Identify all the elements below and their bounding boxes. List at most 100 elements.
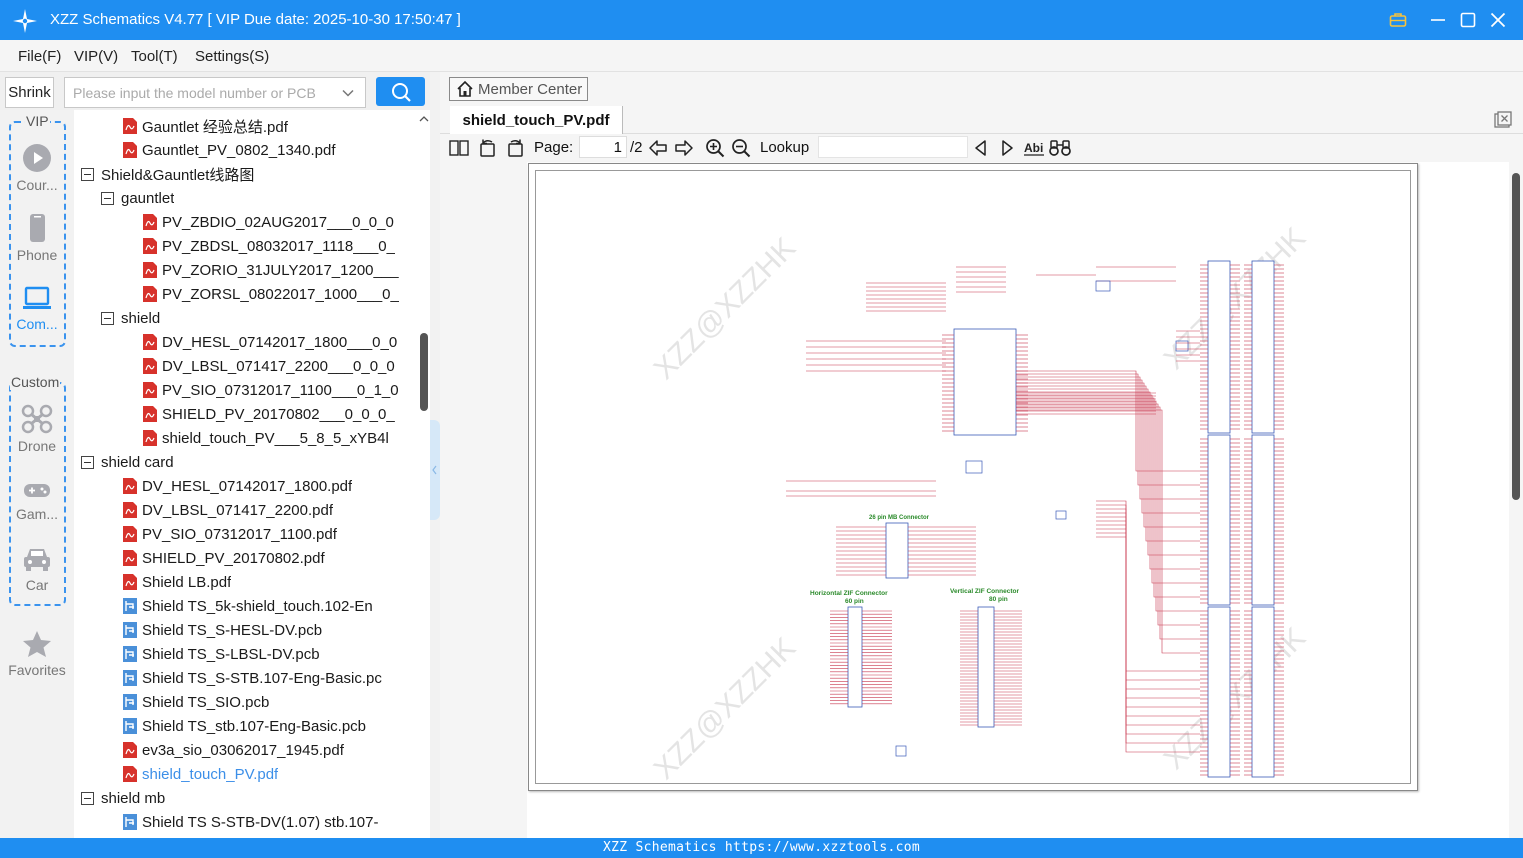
find-all-button[interactable] [1049,137,1071,159]
tree-scroll-thumb[interactable] [420,333,428,411]
tree-pdf-file[interactable]: DV_LBSL_071417_2200.pdf [123,498,419,522]
tree-pdf-file[interactable]: PV_ZORSL_08022017_1000___0_ [143,282,419,306]
tree-pdf-file[interactable]: PV_ZBDIO_02AUG2017___0_0_0 [143,210,419,234]
maximize-button[interactable] [1456,8,1480,32]
tree-pdf-file[interactable]: SHIELD_PV_20170802___0_0_0_ [143,402,419,426]
arrow-right-icon [675,140,693,156]
category-course[interactable]: Cour... [4,143,70,193]
model-search-box[interactable] [64,77,366,108]
tree-pdf-file[interactable]: shield_touch_PV___5_8_5_xYB4l [143,426,419,450]
tree-pcb-file[interactable]: Shield TS_S-STB.107-Eng-Basic.pc [123,666,419,690]
tree-pdf-file[interactable]: SHIELD_PV_20170802.pdf [123,546,419,570]
tree-pdf-file[interactable]: DV_HESL_07142017_1800.pdf [123,474,419,498]
tree-pcb-file[interactable]: Shield TS_S-HESL-DV.pcb [123,618,419,642]
member-center-button[interactable]: Member Center [449,77,588,101]
tree-folder[interactable]: shield [101,306,419,330]
play-icon [23,144,51,172]
tree-item-label: SHIELD_PV_20170802.pdf [142,549,325,567]
wire [1016,391,1200,570]
match-case-button[interactable]: Abi [1023,137,1045,159]
connector-strip [1251,434,1275,606]
collapse-toggle-icon[interactable] [101,311,114,325]
tree-pdf-file[interactable]: PV_ZORIO_31JULY2017_1200___ [143,258,419,282]
tree-pdf-file[interactable]: Gauntlet 经验总结.pdf [123,114,419,138]
tree-item-label: shield_touch_PV.pdf [142,765,279,783]
menu-vip[interactable]: VIP(V) [74,48,118,65]
next-page-button[interactable] [673,137,695,159]
collapse-panel-handle[interactable] [430,420,440,520]
pdf-file-icon [143,430,157,446]
find-next-button[interactable] [996,137,1018,159]
wire [1016,373,1200,486]
home-icon [457,80,473,97]
minimize-button[interactable] [1426,8,1450,32]
rotate-right-button[interactable] [504,137,526,159]
component [1095,280,1111,292]
tree-pdf-file[interactable]: ev3a_sio_03062017_1945.pdf [123,738,419,762]
tree-folder[interactable]: gauntlet [101,186,419,210]
wire [1016,385,1200,542]
page-number-input[interactable] [579,136,627,158]
tree-pdf-file[interactable]: Shield LB.pdf [123,570,419,594]
tree-pdf-file[interactable]: PV_ZBDSL_08032017_1118___0_ [143,234,419,258]
menu-settings[interactable]: Settings(S) [195,48,269,65]
close-tabs-icon[interactable] [1493,110,1513,130]
wire [1096,528,1200,735]
tree-folder[interactable]: Shield&Gauntlet线路图 [81,162,419,186]
model-search-input[interactable] [73,83,335,103]
scroll-up-icon[interactable] [418,112,430,126]
close-button[interactable] [1486,8,1510,32]
pdf-file-icon [143,406,157,422]
main-ic [953,328,1017,436]
category-computer[interactable]: Com... [4,286,70,332]
tree-pcb-file[interactable]: Shield TS_stb.107-Eng-Basic.pcb [123,714,419,738]
two-page-view-button[interactable] [448,137,470,159]
pdf-file-icon [143,262,157,278]
category-favorites[interactable]: Favorites [4,630,70,678]
pdf-page[interactable]: XZZ@XZZHK XZZ@XZZHK XZZ@XZZHK XZZ@XZZHK … [528,163,1418,791]
tree-item-label: gauntlet [121,189,175,207]
tree-pdf-file[interactable]: DV_HESL_07142017_1800___0_0 [143,330,419,354]
tree-pdf-file[interactable]: shield_touch_PV.pdf [123,762,419,786]
tree-item-label: ev3a_sio_03062017_1945.pdf [142,741,344,759]
chevron-down-icon[interactable] [341,86,355,100]
category-drone[interactable]: Drone [4,404,70,454]
collapse-toggle-icon[interactable] [81,167,94,181]
tree-pcb-file[interactable]: Shield TS S-STB-DV(1.07) stb.107- [123,810,419,834]
tree-pdf-file[interactable]: DV_LBSL_071417_2200___0_0_0 [143,354,419,378]
previous-page-button[interactable] [647,137,669,159]
tree-pcb-file[interactable]: Shield TS_5k-shield_touch.102-En [123,594,419,618]
viewer-scroll-thumb[interactable] [1512,173,1520,500]
menu-file[interactable]: File(F) [18,48,61,65]
find-previous-button[interactable] [970,137,992,159]
tree-pdf-file[interactable]: Gauntlet_PV_0802_1340.pdf [123,138,419,162]
category-car[interactable]: Car [4,545,70,593]
tree-pcb-file[interactable]: Shield TS_S-LBSL-DV.pcb [123,642,419,666]
tab-shield-touch-pv[interactable]: shield_touch_PV.pdf [450,106,623,134]
tree-folder[interactable]: shield mb [81,786,419,810]
collapse-toggle-icon[interactable] [81,455,94,469]
pcb-file-icon [123,598,137,614]
tree-item-label: PV_SIO_07312017_1100.pdf [142,525,337,543]
shrink-button[interactable]: Shrink [5,77,54,108]
tree-pdf-file[interactable]: PV_SIO_07312017_1100.pdf [123,522,419,546]
tree-scrollbar[interactable] [418,112,430,838]
search-button[interactable] [376,77,425,106]
rotate-left-button[interactable] [477,137,499,159]
lookup-input[interactable] [818,136,968,158]
pcb-file-icon [123,622,137,638]
zoom-in-button[interactable] [704,137,726,159]
category-phone[interactable]: Phone [4,213,70,263]
tree-pdf-file[interactable]: PV_SIO_07312017_1100___0_1_0 [143,378,419,402]
tree-item-label: Shield TS_S-LBSL-DV.pcb [142,645,320,663]
menu-bar: File(F) VIP(V) Tool(T) Settings(S) [0,40,1523,72]
tree-item-label: PV_SIO_07312017_1100___0_1_0 [162,381,399,399]
zoom-out-button[interactable] [730,137,752,159]
tree-pcb-file[interactable]: Shield TS_SIO.pcb [123,690,419,714]
category-game[interactable]: Gam... [4,478,70,522]
tree-folder[interactable]: shield card [81,450,419,474]
collapse-toggle-icon[interactable] [81,791,94,805]
menu-tool[interactable]: Tool(T) [131,48,178,65]
collapse-toggle-icon[interactable] [101,191,114,205]
vip-briefcase-icon[interactable] [1386,8,1410,32]
